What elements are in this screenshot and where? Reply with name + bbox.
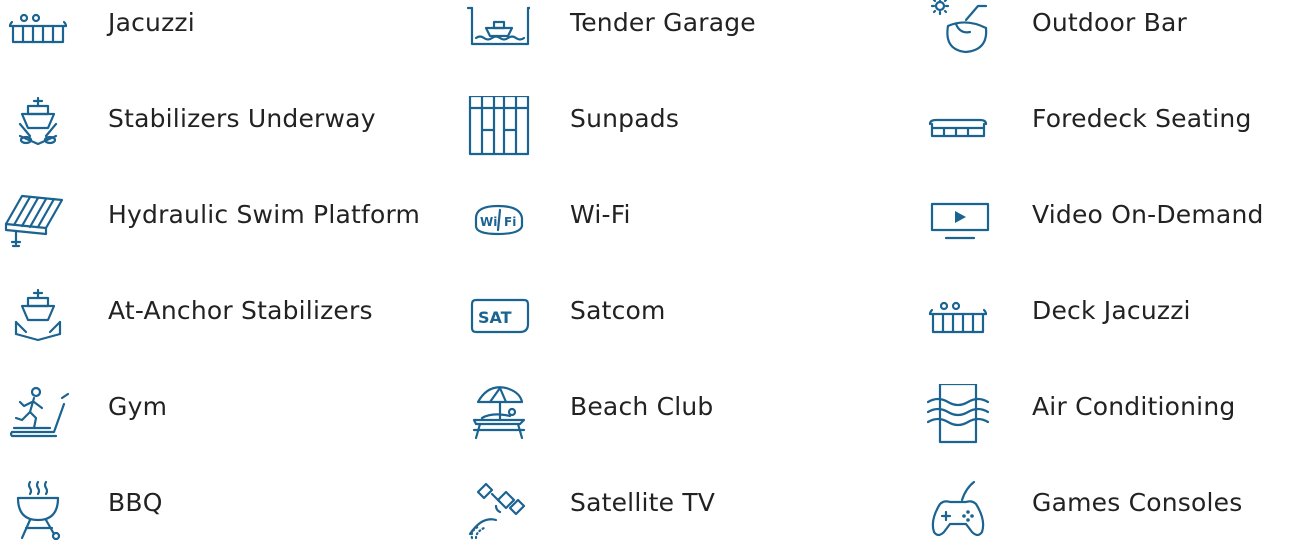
satellite-tv-icon [466, 480, 530, 540]
amenity-deck-jacuzzi: Deck Jacuzzi [926, 296, 1286, 356]
beach-club-icon [466, 384, 530, 444]
amenity-label: Wi-Fi [570, 200, 631, 229]
amenity-stabilizers-underway: Stabilizers Underway [6, 96, 436, 164]
svg-text:SAT: SAT [478, 308, 512, 327]
amenity-outdoor-bar: Outdoor Bar [926, 0, 1286, 68]
amenity-jacuzzi: Jacuzzi [6, 8, 436, 68]
amenity-at-anchor-stabilizers: At-Anchor Stabilizers [6, 288, 436, 356]
swim-platform-icon [0, 192, 64, 252]
amenity-label: Gym [108, 392, 168, 421]
wifi-icon: Wi Fi [466, 192, 530, 252]
amenity-label: Jacuzzi [108, 8, 195, 37]
svg-text:Wi: Wi [480, 215, 497, 229]
amenity-air-conditioning: Air Conditioning [926, 384, 1286, 452]
amenities-grid: Jacuzzi Stabilizers Underway Hydraulic S… [0, 0, 1295, 547]
amenity-label: Outdoor Bar [1032, 8, 1187, 37]
games-consoles-icon [926, 480, 990, 540]
air-conditioning-icon [926, 384, 990, 444]
amenity-hydraulic-swim-platform: Hydraulic Swim Platform [0, 194, 450, 260]
amenity-label: Video On-Demand [1032, 200, 1264, 229]
at-anchor-stabilizers-icon [6, 288, 70, 348]
amenity-label: Games Consoles [1032, 488, 1243, 517]
amenity-label: BBQ [108, 488, 163, 517]
tender-garage-icon [466, 0, 530, 60]
amenity-label: Satellite TV [570, 488, 716, 517]
amenity-label: Stabilizers Underway [108, 104, 376, 133]
amenity-gym: Gym [6, 386, 436, 452]
amenity-beach-club: Beach Club [466, 386, 826, 452]
deck-jacuzzi-icon [926, 288, 990, 348]
outdoor-bar-icon [926, 0, 990, 60]
jacuzzi-icon [6, 0, 70, 60]
amenity-label: Foredeck Seating [1032, 104, 1252, 133]
amenity-foredeck-seating: Foredeck Seating [926, 104, 1295, 164]
stabilizers-underway-icon [6, 96, 70, 156]
foredeck-seating-icon [926, 96, 990, 156]
sunpads-icon [466, 96, 530, 156]
amenity-label: Tender Garage [570, 8, 756, 37]
amenity-label: Sunpads [570, 104, 680, 133]
amenity-games-consoles: Games Consoles [926, 480, 1286, 548]
amenity-label: Satcom [570, 296, 666, 325]
amenity-satcom: SAT Satcom [466, 296, 826, 356]
amenity-label: Beach Club [570, 392, 714, 421]
amenity-label: Deck Jacuzzi [1032, 296, 1191, 325]
satcom-icon: SAT [466, 288, 530, 348]
bbq-icon [6, 480, 70, 540]
svg-text:Fi: Fi [504, 215, 516, 229]
amenity-bbq: BBQ [6, 480, 436, 548]
amenity-label: At-Anchor Stabilizers [108, 296, 373, 325]
amenity-label: Hydraulic Swim Platform [108, 200, 421, 229]
amenity-sunpads: Sunpads [466, 96, 826, 164]
amenity-label: Air Conditioning [1032, 392, 1236, 421]
amenity-tender-garage: Tender Garage [466, 6, 826, 68]
amenity-wifi: Wi Fi Wi-Fi [466, 200, 826, 260]
amenity-video-on-demand: Video On-Demand [926, 200, 1295, 260]
gym-icon [6, 384, 70, 444]
amenity-satellite-tv: Satellite TV [466, 482, 826, 548]
video-on-demand-icon [926, 192, 990, 252]
